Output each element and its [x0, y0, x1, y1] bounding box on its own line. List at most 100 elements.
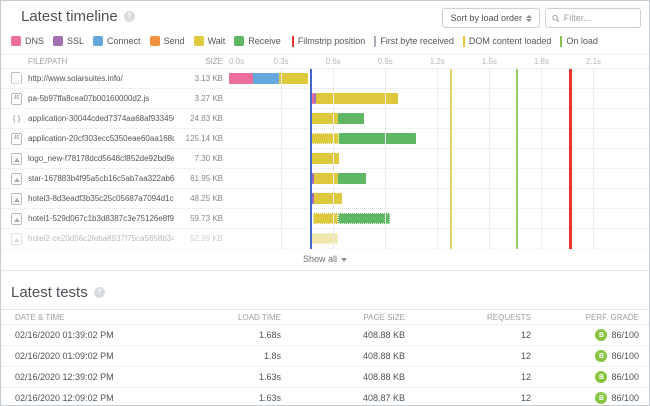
timeline-row[interactable]: http://www.solarsuites.info/3.13 KB [1, 69, 649, 89]
receive-swatch-icon [234, 36, 244, 46]
file-path: pa-5b97ffa8cea07b00160000d2.js [28, 94, 174, 103]
test-load-time: 1.68s [169, 330, 281, 340]
axis-tick-label: 2.1s [586, 57, 601, 66]
img-file-icon [11, 193, 22, 205]
axis-tick-label: 1.2s [430, 57, 445, 66]
grade-score: 86/100 [611, 393, 639, 403]
img-file-icon [11, 173, 22, 185]
timeline-row[interactable]: { }application-30044cded7374aa68af933450… [1, 109, 649, 129]
timeline-title: Latest timeline [21, 8, 118, 25]
page-speed-panel: Latest timeline ? Sort by load order D [0, 0, 650, 406]
axis-tick-label: 0.3s [274, 57, 289, 66]
tests-header-row: DATE & TIME LOAD TIME PAGE SIZE REQUESTS… [1, 309, 649, 325]
grade-badge-icon: B [595, 392, 607, 404]
file-path: hotel1-529d067c1b3d8387c3e75126e8f9a73e3… [28, 214, 174, 223]
load-time-column-header: LOAD TIME [169, 313, 281, 322]
legend-item-connect: Connect [93, 36, 141, 46]
grade-score: 86/100 [611, 351, 639, 361]
legend-label: On load [566, 36, 598, 46]
help-icon[interactable]: ? [124, 11, 135, 22]
show-all-button[interactable]: Show all [1, 249, 649, 270]
row-timeline [229, 129, 649, 148]
wait-segment-bar[interactable] [311, 133, 340, 144]
requests-column-header: REQUESTS [405, 313, 531, 322]
dns-segment-bar[interactable] [229, 73, 253, 84]
file-path: hotel3-8d3eadf3b35c25c05687a7094d1ccd0c8… [28, 194, 174, 203]
file-size: 125.14 KB [174, 134, 223, 143]
filter-field [545, 8, 641, 28]
legend-label: Receive [248, 36, 281, 46]
test-requests: 12 [405, 351, 531, 361]
sort-by-load-order-button[interactable]: Sort by load order [442, 8, 540, 28]
legend-item-first-byte-received: First byte received [374, 36, 454, 47]
file-icon-cell [11, 233, 28, 245]
legend-item-receive: Receive [234, 36, 281, 46]
test-datetime: 02/16/2020 01:39:02 PM [1, 330, 169, 340]
grade-badge-icon: B [595, 371, 607, 383]
file-size: 3.27 KB [174, 94, 223, 103]
first-byte-received-marker-icon [374, 36, 376, 47]
file-size: 24.83 KB [174, 114, 223, 123]
receive-segment-bar[interactable] [338, 213, 389, 224]
file-path: application-20cf303ecc5350eae60aa168d23a… [28, 134, 174, 143]
sort-button-label: Sort by load order [450, 13, 522, 23]
waterfall-header-row: FILE/PATH SIZE 0.0s0.3s0.6s0.9s1.2s1.5s1… [1, 54, 649, 69]
test-row[interactable]: 02/16/2020 12:09:02 PM1.63s408.87 KB12B8… [1, 388, 649, 406]
test-row[interactable]: 02/16/2020 01:09:02 PM1.8s408.88 KB12B86… [1, 346, 649, 367]
file-icon-cell: { } [11, 113, 28, 125]
timeline-legend: DNSSSLConnectSendWaitReceive Filmstrip p… [1, 32, 649, 48]
wait-segment-bar[interactable] [311, 113, 339, 124]
wait-segment-bar[interactable] [316, 93, 398, 104]
test-perf-grade: B86/100 [531, 329, 649, 341]
test-row[interactable]: 02/16/2020 01:39:02 PM1.68s408.88 KB12B8… [1, 325, 649, 346]
timeline-row[interactable]: star-167883b4f95a5cb16c5ab7aa322ab69af0f… [1, 169, 649, 189]
connect-segment-bar[interactable] [253, 73, 279, 84]
test-perf-grade: B 86/100 [531, 371, 649, 383]
legend-item-on-load: On load [560, 36, 598, 47]
row-timeline [229, 209, 649, 228]
legend-segment-group: DNSSSLConnectSendWaitReceive [11, 36, 281, 46]
dom-content-loaded-marker-icon [463, 36, 465, 47]
file-icon-cell [11, 193, 28, 205]
wait-segment-bar[interactable] [313, 213, 338, 224]
test-perf-grade: B 86/100 [531, 392, 649, 404]
help-icon[interactable]: ? [94, 287, 105, 298]
chevron-down-icon [341, 258, 347, 262]
receive-segment-bar[interactable] [338, 113, 364, 124]
receive-segment-bar[interactable] [338, 173, 366, 184]
ssl-swatch-icon [53, 36, 63, 46]
timeline-row[interactable]: hotel1-529d067c1b3d8387c3e75126e8f9a73e3… [1, 209, 649, 229]
test-row[interactable]: 02/16/2020 12:39:02 PM1.63s408.88 KB12B8… [1, 367, 649, 388]
doc-file-icon [11, 72, 22, 84]
file-size: 52.99 KB [174, 234, 223, 243]
filter-input[interactable] [564, 13, 634, 23]
sort-arrows-icon [526, 15, 532, 22]
row-timeline [229, 89, 649, 108]
test-page-size: 408.87 KB [281, 393, 405, 403]
legend-label: DOM content loaded [469, 36, 552, 46]
wait-segment-bar[interactable] [311, 233, 339, 244]
timeline-row[interactable]: hotel2-ce20d56c2feba8937f75ca5858b3410c7… [1, 229, 649, 249]
row-timeline [229, 189, 649, 208]
legend-marker-group: Filmstrip positionFirst byte receivedDOM… [292, 36, 598, 47]
wait-segment-bar[interactable] [314, 193, 342, 204]
send-swatch-icon [150, 36, 160, 46]
test-page-size: 408.88 KB [281, 330, 405, 340]
wait-segment-bar[interactable] [314, 173, 339, 184]
timeline-row[interactable]: JS application-20cf303ecc5350eae60aa168d2… [1, 129, 649, 149]
timeline-row[interactable]: hotel3-8d3eadf3b35c25c05687a7094d1ccd0c8… [1, 189, 649, 209]
grade-score: 86/100 [611, 372, 639, 382]
wait-segment-bar[interactable] [311, 153, 340, 164]
size-column-header: SIZE [174, 57, 223, 66]
test-requests: 12 [405, 393, 531, 403]
legend-label: DNS [25, 36, 44, 46]
js-file-icon: JS [11, 133, 22, 145]
timeline-row[interactable]: JSpa-5b97ffa8cea07b00160000d2.js3.27 KB [1, 89, 649, 109]
file-size: 48.25 KB [174, 194, 223, 203]
file-size: 61.95 KB [174, 174, 223, 183]
legend-label: SSL [67, 36, 84, 46]
grade-badge-icon: B [595, 329, 607, 341]
receive-segment-bar[interactable] [339, 133, 416, 144]
wait-segment-bar[interactable] [279, 73, 308, 84]
timeline-row[interactable]: logo_new-f78178dcd5648cf852de92bd9ab7c68… [1, 149, 649, 169]
